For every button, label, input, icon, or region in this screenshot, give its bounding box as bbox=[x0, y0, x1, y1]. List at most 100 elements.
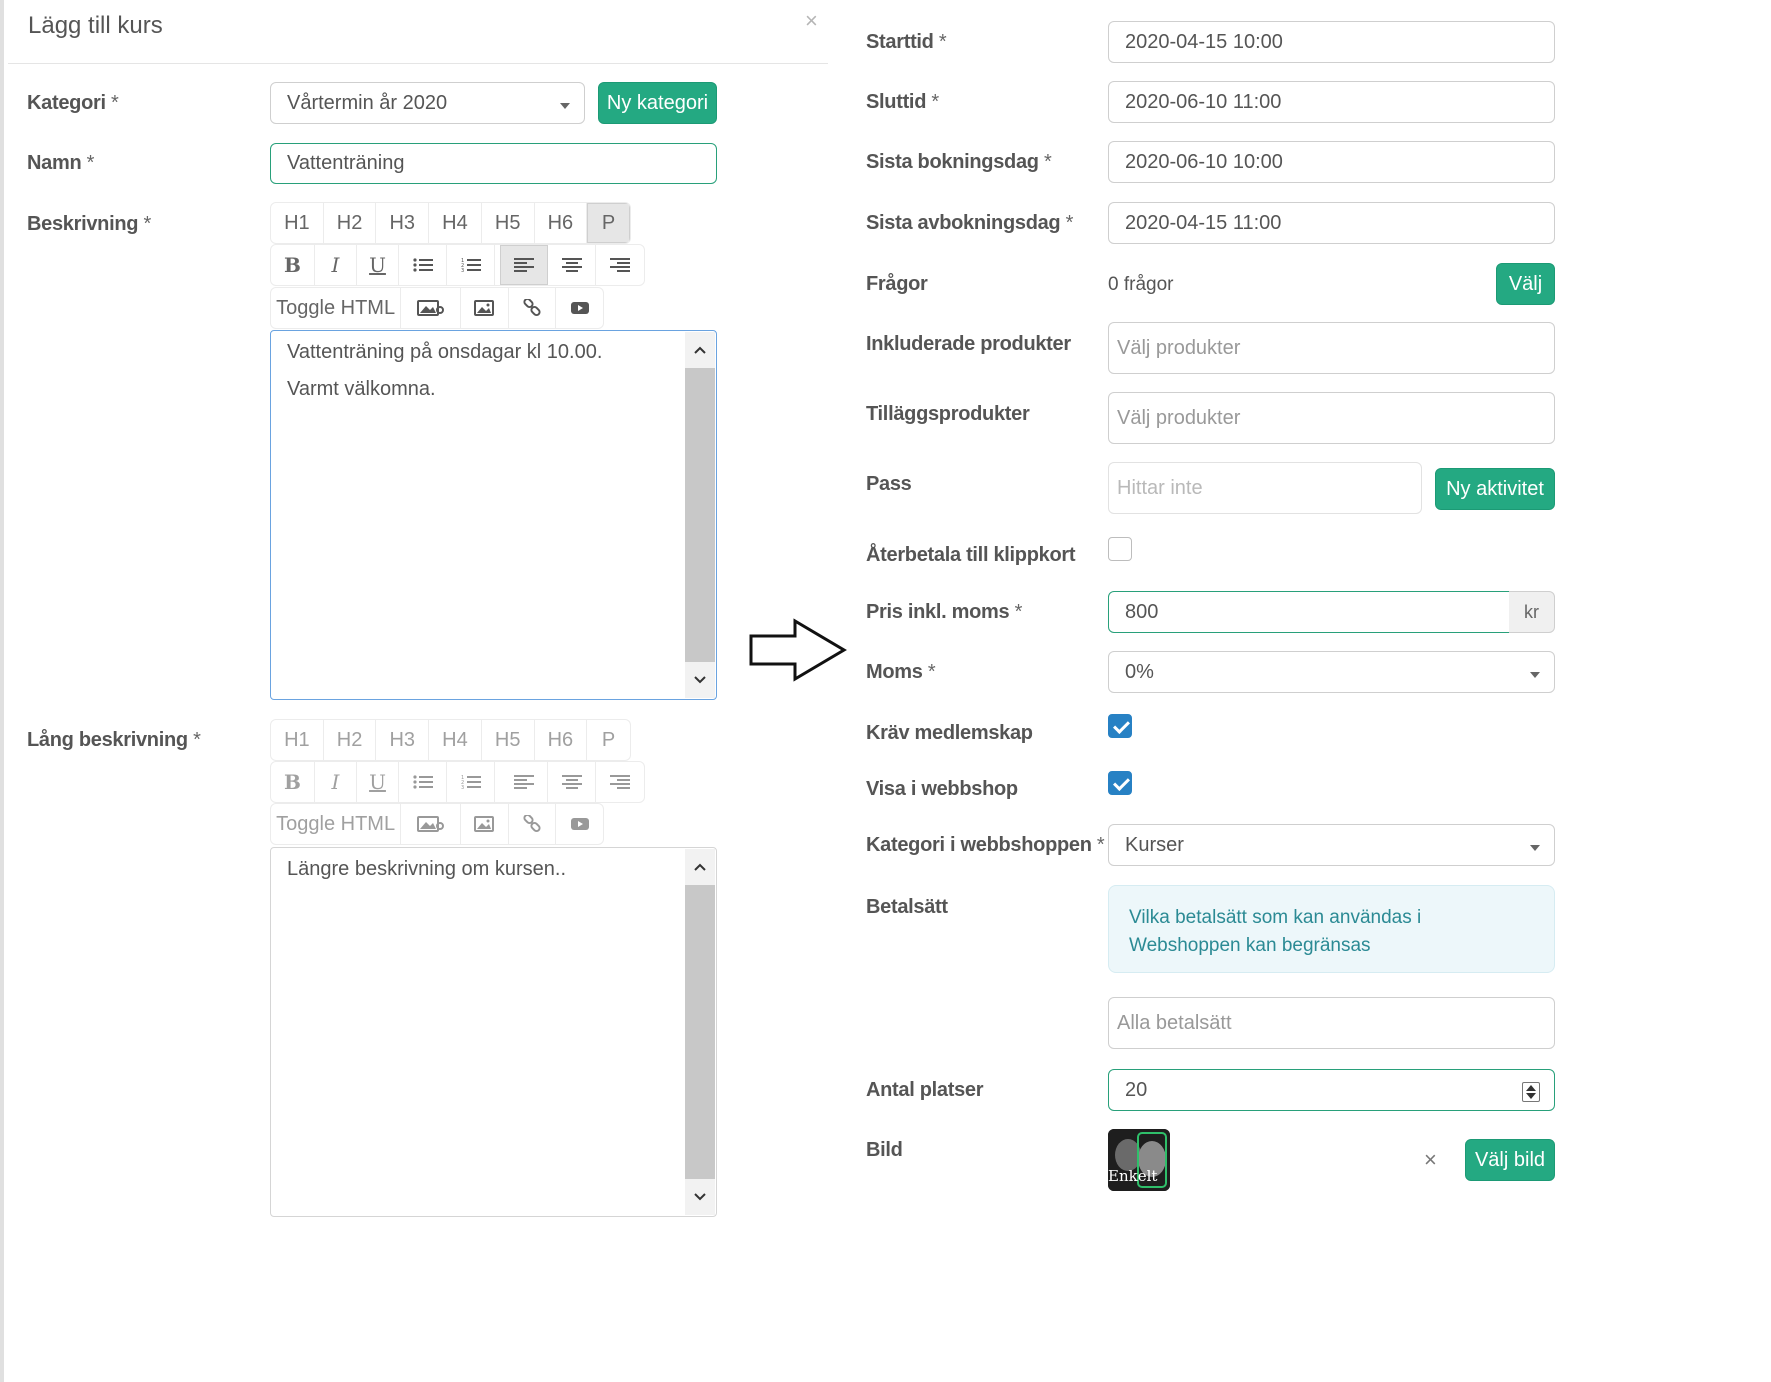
new-activity-button[interactable]: Ny aktivitet bbox=[1435, 468, 1555, 510]
krav-medlemskap-label: Kräv medlemskap bbox=[866, 722, 1033, 744]
h1-button[interactable]: H1 bbox=[271, 203, 324, 243]
align-center-icon[interactable] bbox=[548, 762, 596, 802]
modal-title: Lägg till kurs bbox=[28, 12, 163, 39]
betalsatt-select[interactable]: Alla betalsätt bbox=[1108, 997, 1555, 1049]
numbered-list-icon[interactable]: 123 bbox=[447, 762, 495, 802]
link-icon[interactable] bbox=[509, 804, 557, 844]
beskrivning-editor[interactable]: Vattenträning på onsdagar kl 10.00. Varm… bbox=[270, 330, 717, 700]
chevron-down-icon[interactable] bbox=[685, 662, 715, 698]
krav-medlemskap-checkbox[interactable] bbox=[1108, 714, 1132, 738]
lang-beskrivning-editor[interactable]: Längre beskrivning om kursen.. bbox=[270, 847, 717, 1217]
beskrivning-label: Beskrivning * bbox=[27, 213, 151, 235]
sista-avbokningsdag-input[interactable]: 2020-04-15 11:00 bbox=[1108, 202, 1555, 244]
h4-button[interactable]: H4 bbox=[429, 720, 482, 760]
tillaggsprodukter-placeholder: Välj produkter bbox=[1117, 406, 1241, 429]
h3-button[interactable]: H3 bbox=[376, 203, 430, 243]
video-icon[interactable] bbox=[556, 288, 603, 328]
image-icon[interactable] bbox=[461, 804, 509, 844]
gallery-icon[interactable] bbox=[401, 288, 461, 328]
kategori-select-value: Vårtermin år 2020 bbox=[287, 91, 448, 114]
numbered-list-icon[interactable]: 123 bbox=[447, 245, 495, 285]
p-button[interactable]: P bbox=[587, 720, 630, 760]
starttid-input[interactable]: 2020-04-15 10:00 bbox=[1108, 21, 1555, 63]
inkluderade-produkter-placeholder: Välj produkter bbox=[1117, 336, 1241, 359]
scrollbar-thumb[interactable] bbox=[685, 885, 715, 1179]
align-right-icon[interactable] bbox=[596, 245, 644, 285]
kategori-label: Kategori * bbox=[27, 92, 119, 114]
h2-button[interactable]: H2 bbox=[324, 720, 377, 760]
underline-button[interactable]: U bbox=[357, 245, 399, 285]
visa-webbshop-checkbox[interactable] bbox=[1108, 771, 1132, 795]
scrollbar-thumb[interactable] bbox=[685, 368, 715, 662]
pass-placeholder: Hittar inte bbox=[1117, 476, 1203, 499]
moms-select[interactable]: 0% bbox=[1108, 651, 1555, 693]
chevron-up-icon[interactable] bbox=[685, 849, 715, 885]
image-icon[interactable] bbox=[461, 288, 509, 328]
italic-button[interactable]: I bbox=[315, 762, 357, 802]
betalsatt-info-box: Vilka betalsätt som kan användas i Websh… bbox=[1108, 885, 1555, 973]
h1-button[interactable]: H1 bbox=[271, 720, 324, 760]
sluttid-input[interactable]: 2020-06-10 11:00 bbox=[1108, 81, 1555, 123]
h4-button[interactable]: H4 bbox=[429, 203, 482, 243]
starttid-value: 2020-04-15 10:00 bbox=[1125, 30, 1283, 53]
remove-image-icon[interactable]: × bbox=[1424, 1147, 1437, 1173]
svg-text:3: 3 bbox=[461, 268, 464, 273]
bullet-list-icon[interactable] bbox=[399, 245, 447, 285]
h2-button[interactable]: H2 bbox=[324, 203, 377, 243]
heading-toolbar: H1 H2 H3 H4 H5 H6 P bbox=[270, 719, 631, 761]
close-icon[interactable]: × bbox=[805, 8, 818, 34]
gallery-icon[interactable] bbox=[401, 804, 461, 844]
editor-line: Vattenträning på onsdagar kl 10.00. bbox=[287, 341, 603, 363]
underline-button[interactable]: U bbox=[357, 762, 399, 802]
bild-label: Bild bbox=[866, 1139, 903, 1161]
pass-select[interactable]: Hittar inte bbox=[1108, 462, 1422, 514]
align-left-icon[interactable] bbox=[500, 245, 548, 285]
align-right-icon[interactable] bbox=[596, 762, 644, 802]
align-left-icon[interactable] bbox=[500, 762, 548, 802]
fragor-label: Frågor bbox=[866, 273, 928, 295]
betalsatt-placeholder: Alla betalsätt bbox=[1117, 1011, 1232, 1034]
chevron-up-icon[interactable] bbox=[685, 332, 715, 368]
namn-input[interactable]: Vattenträning bbox=[270, 143, 717, 184]
toggle-html-button[interactable]: Toggle HTML bbox=[271, 288, 402, 328]
modal-header: Lägg till kurs × bbox=[8, 0, 828, 64]
p-button[interactable]: P bbox=[587, 203, 630, 243]
inkluderade-produkter-select[interactable]: Välj produkter bbox=[1108, 322, 1555, 374]
number-spinner[interactable] bbox=[1522, 1082, 1540, 1102]
toggle-html-button[interactable]: Toggle HTML bbox=[271, 804, 402, 844]
moms-value: 0% bbox=[1125, 660, 1154, 683]
betalsatt-label: Betalsätt bbox=[866, 896, 948, 918]
editor-scrollbar[interactable] bbox=[685, 849, 715, 1215]
namn-label: Namn * bbox=[27, 152, 95, 174]
kategori-select[interactable]: Vårtermin år 2020 bbox=[270, 82, 585, 124]
align-center-icon[interactable] bbox=[548, 245, 596, 285]
h5-button[interactable]: H5 bbox=[482, 720, 535, 760]
pris-input[interactable]: 800 bbox=[1108, 591, 1510, 633]
h6-button[interactable]: H6 bbox=[535, 720, 588, 760]
bullet-list-icon[interactable] bbox=[399, 762, 447, 802]
video-icon[interactable] bbox=[556, 804, 603, 844]
chevron-down-icon[interactable] bbox=[685, 1179, 715, 1215]
italic-button[interactable]: I bbox=[315, 245, 357, 285]
heading-toolbar: H1 H2 H3 H4 H5 H6 P bbox=[270, 202, 631, 244]
h3-button[interactable]: H3 bbox=[376, 720, 430, 760]
kategori-webbshop-select[interactable]: Kurser bbox=[1108, 824, 1555, 866]
tillaggsprodukter-label: Tilläggsprodukter bbox=[866, 403, 1030, 425]
new-category-button[interactable]: Ny kategori bbox=[598, 82, 717, 124]
image-thumbnail: Enkelt bbox=[1108, 1129, 1170, 1191]
antal-platser-input[interactable]: 20 bbox=[1108, 1069, 1555, 1111]
insert-toolbar: Toggle HTML bbox=[270, 287, 604, 329]
h6-button[interactable]: H6 bbox=[535, 203, 588, 243]
bold-button[interactable]: B bbox=[271, 245, 315, 285]
choose-questions-button[interactable]: Välj bbox=[1496, 263, 1555, 305]
editor-scrollbar[interactable] bbox=[685, 332, 715, 698]
tillaggsprodukter-select[interactable]: Välj produkter bbox=[1108, 392, 1555, 444]
h5-button[interactable]: H5 bbox=[482, 203, 535, 243]
visa-webbshop-label: Visa i webbshop bbox=[866, 778, 1018, 800]
bold-button[interactable]: B bbox=[271, 762, 315, 802]
sista-bokningsdag-input[interactable]: 2020-06-10 10:00 bbox=[1108, 141, 1555, 183]
choose-image-button[interactable]: Välj bild bbox=[1465, 1139, 1555, 1181]
arrow-right-icon bbox=[749, 618, 847, 682]
aterbetala-checkbox[interactable] bbox=[1108, 537, 1132, 561]
link-icon[interactable] bbox=[509, 288, 557, 328]
